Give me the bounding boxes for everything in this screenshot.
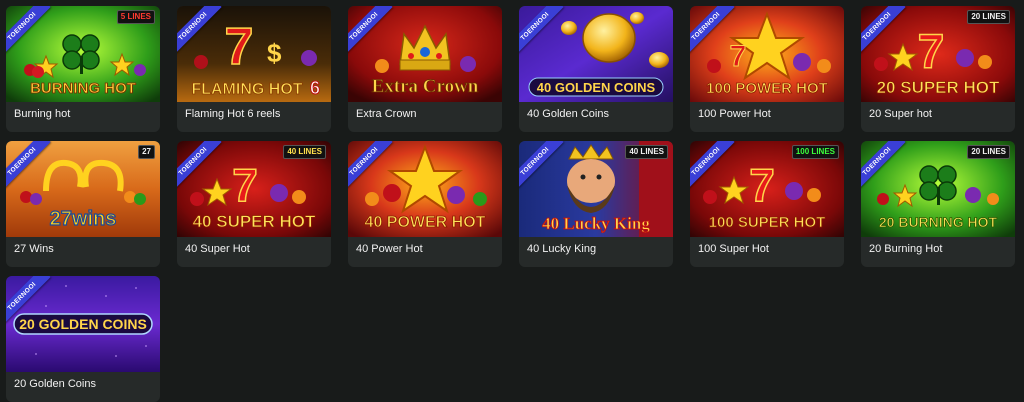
game-card-20-burning-hot[interactable]: 20 BURNING HOT TOERNOOI 20 LINES 20 Burn… bbox=[861, 141, 1015, 267]
svg-text:7: 7 bbox=[730, 40, 747, 73]
lines-badge: 40 LINES bbox=[625, 145, 668, 159]
game-logo-text: 20 GOLDEN COINS bbox=[19, 316, 147, 332]
lines-badge: 27 bbox=[138, 145, 155, 159]
game-title: 20 Golden Coins bbox=[14, 378, 96, 390]
game-title: Burning hot bbox=[14, 108, 71, 120]
lines-badge: 20 LINES bbox=[967, 145, 1010, 159]
game-logo-text: 27wins bbox=[50, 208, 117, 230]
game-logo-text: 40 GOLDEN COINS bbox=[537, 80, 656, 95]
game-title: 20 Super hot bbox=[869, 108, 932, 120]
game-title: 20 Burning Hot bbox=[869, 243, 943, 255]
svg-text:6: 6 bbox=[310, 78, 320, 98]
game-logo-text: FLAMING HOT bbox=[191, 81, 302, 98]
game-logo-text: 100 POWER HOT bbox=[706, 80, 828, 97]
game-title: 40 Super Hot bbox=[185, 243, 250, 255]
game-title: 27 Wins bbox=[14, 243, 54, 255]
game-card-burning-hot[interactable]: BURNING HOT TOERNOOI 5 LINES Burning hot bbox=[6, 6, 160, 132]
game-card-40-super-hot[interactable]: 7 40 SUPER HOT TOERNOOI 40 LINES 40 Supe… bbox=[177, 141, 331, 267]
game-title: Flaming Hot 6 reels bbox=[185, 108, 281, 120]
game-card-100-super-hot[interactable]: 7 100 SUPER HOT TOERNOOI 100 LINES 100 S… bbox=[690, 141, 844, 267]
game-card-27-wins[interactable]: 27wins TOERNOOI 27 27 Wins bbox=[6, 141, 160, 267]
svg-text:7: 7 bbox=[749, 159, 775, 211]
game-card-40-power-hot[interactable]: 40 POWER HOT TOERNOOI 40 Power Hot bbox=[348, 141, 502, 267]
game-title: Extra Crown bbox=[356, 108, 417, 120]
game-logo-text: Extra Crown bbox=[372, 76, 479, 97]
svg-text:7: 7 bbox=[232, 159, 258, 211]
game-logo-text: 100 SUPER HOT bbox=[709, 214, 826, 231]
game-title: 40 Lucky King bbox=[527, 243, 597, 255]
game-card-flaming-hot-6-reels[interactable]: 7 $ FLAMING HOT 6 TOERNOOI Flaming Hot 6… bbox=[177, 6, 331, 132]
game-logo-text: 40 POWER HOT bbox=[365, 214, 486, 231]
game-card-20-super-hot[interactable]: 7 20 SUPER HOT TOERNOOI 20 LINES 20 Supe… bbox=[861, 6, 1015, 132]
svg-text:7: 7 bbox=[225, 18, 254, 76]
game-logo-text: 20 SUPER HOT bbox=[877, 78, 1000, 97]
game-logo-text: BURNING HOT bbox=[30, 80, 136, 97]
game-logo-text: 40 SUPER HOT bbox=[193, 212, 316, 231]
game-card-40-golden-coins[interactable]: 40 GOLDEN COINS TOERNOOI 40 Golden Coins bbox=[519, 6, 673, 132]
game-title: 40 Power Hot bbox=[356, 243, 423, 255]
game-card-20-golden-coins[interactable]: 20 GOLDEN COINS TOERNOOI 20 Golden Coins bbox=[6, 276, 160, 402]
game-grid: BURNING HOT TOERNOOI 5 LINES Burning hot… bbox=[6, 6, 1015, 402]
lines-badge: 20 LINES bbox=[967, 10, 1010, 24]
game-logo-text: 20 BURNING HOT bbox=[879, 214, 998, 230]
game-card-100-power-hot[interactable]: 7 100 POWER HOT TOERNOOI 100 Power Hot bbox=[690, 6, 844, 132]
lines-badge: 100 LINES bbox=[791, 145, 839, 159]
svg-text:$: $ bbox=[267, 38, 282, 68]
svg-text:7: 7 bbox=[918, 26, 945, 79]
game-card-extra-crown[interactable]: Extra Crown TOERNOOI Extra Crown bbox=[348, 6, 502, 132]
game-title: 40 Golden Coins bbox=[527, 108, 609, 120]
lines-badge: 40 LINES bbox=[283, 145, 326, 159]
game-title: 100 Power Hot bbox=[698, 108, 771, 120]
game-title: 100 Super Hot bbox=[698, 243, 769, 255]
lines-badge: 5 LINES bbox=[116, 10, 155, 24]
game-logo-text: 40 Lucky King bbox=[542, 214, 650, 233]
game-card-40-lucky-king[interactable]: 40 Lucky King TOERNOOI 40 LINES 40 Lucky… bbox=[519, 141, 673, 267]
